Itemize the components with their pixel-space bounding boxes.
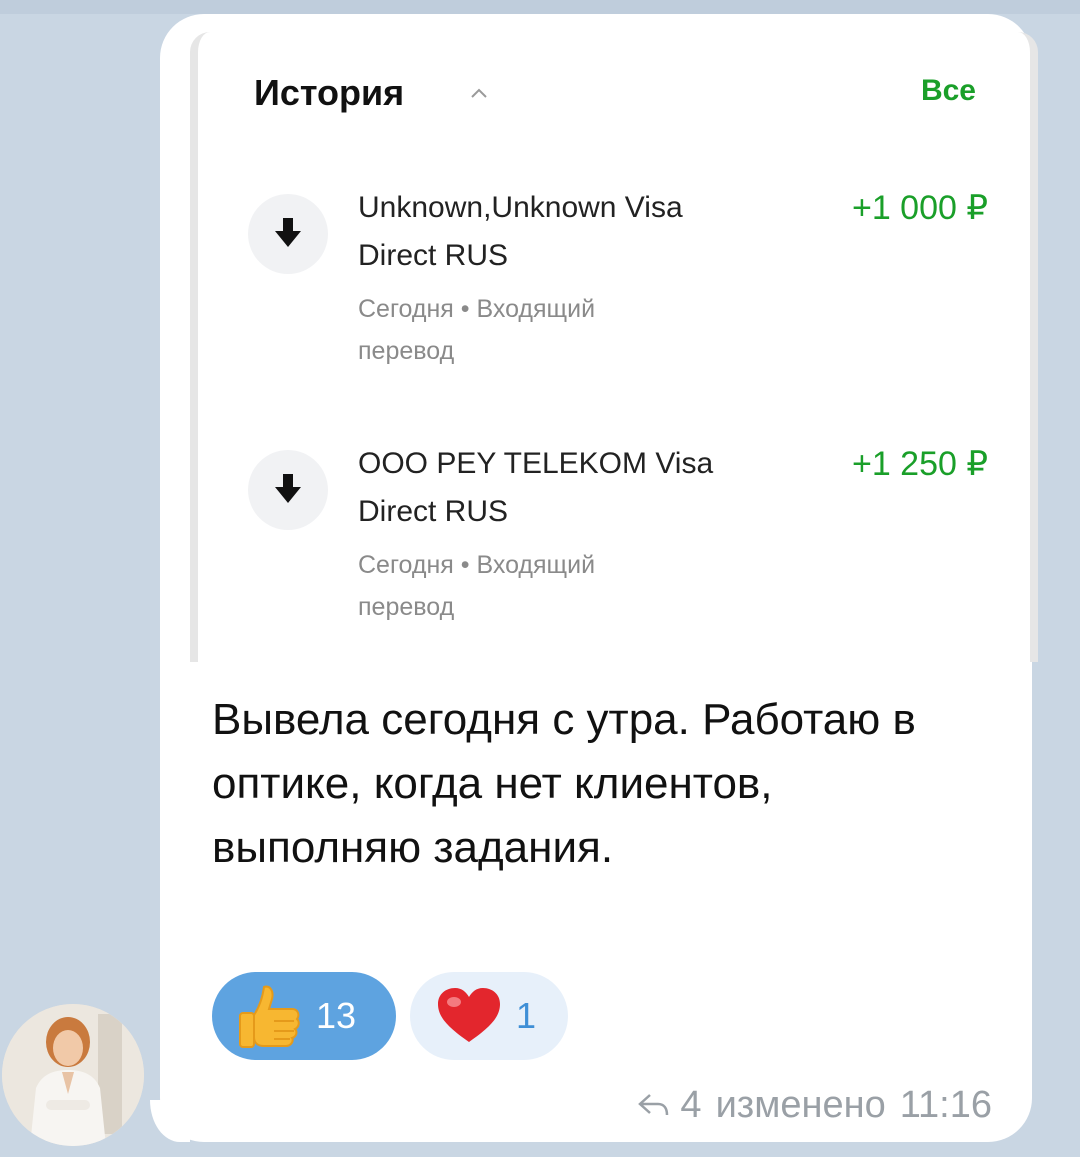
reply-count[interactable]: 4 [680,1084,701,1127]
transaction-row[interactable]: ООО PEY TELEKOM Visa Direct RUS +1 250 ₽… [248,440,988,630]
transaction-meta: Сегодня • Входящий перевод [358,295,596,365]
reaction-count: 13 [316,995,357,1036]
transaction-name: ООО PEY TELEKOM Visa Direct RUS [358,447,714,528]
message-time: 11:16 [899,1084,992,1126]
incoming-transfer-icon [248,194,328,274]
incoming-transfer-icon [248,450,328,530]
attached-screenshot[interactable]: История Все Unknown,Unknown Visa Direct … [190,32,1038,662]
thumbs-up-icon [239,985,300,1048]
reaction-count: 1 [516,995,537,1036]
reply-icon[interactable] [636,1091,670,1121]
chevron-up-icon [471,88,487,98]
message-text: Вывела сегодня с утра. Работаю в оптике,… [212,695,916,872]
avatar[interactable] [2,1004,144,1146]
transaction-amount: +1 250 ₽ [851,445,988,483]
transaction-meta: Сегодня • Входящий перевод [358,551,596,621]
transaction-row[interactable]: Unknown,Unknown Visa Direct RUS +1 000 ₽… [248,184,988,374]
history-title: История [254,72,405,113]
reaction-thumbs-up[interactable]: 13 [212,972,396,1060]
transaction-name: Unknown,Unknown Visa Direct RUS [358,191,683,272]
message-footer: 4 изменено 11:16 [636,1084,992,1127]
edited-label: изменено [715,1084,886,1126]
heart-icon [438,988,500,1042]
all-link[interactable]: Все [921,74,976,108]
top-band [0,0,1080,14]
reaction-heart[interactable]: 1 [410,972,568,1060]
transaction-amount: +1 000 ₽ [851,189,988,227]
